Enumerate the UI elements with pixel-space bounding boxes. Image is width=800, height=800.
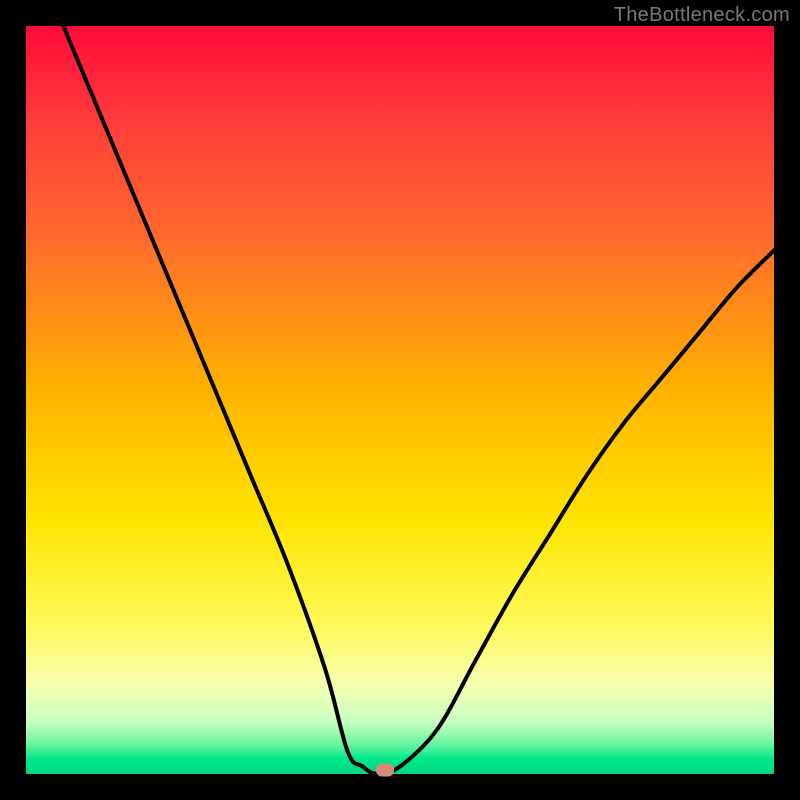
chart-frame: TheBottleneck.com (0, 0, 800, 800)
bottleneck-curve (26, 26, 774, 774)
plot-area (26, 26, 774, 774)
watermark-text: TheBottleneck.com (614, 4, 790, 27)
minimum-marker (376, 764, 394, 777)
